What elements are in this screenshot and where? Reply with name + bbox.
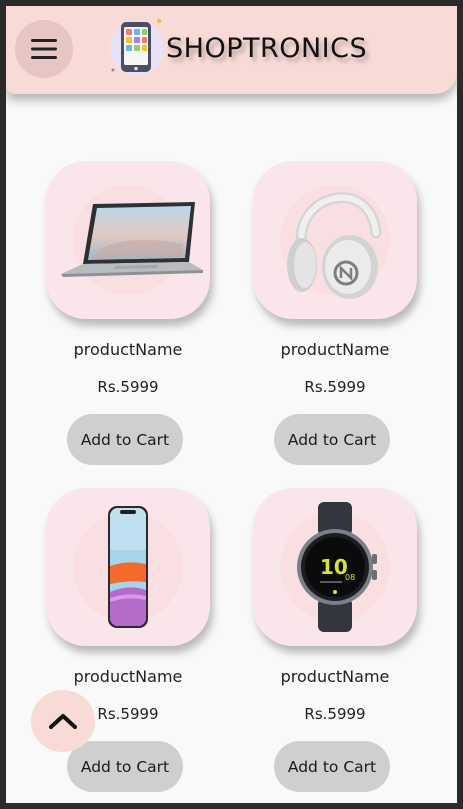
watch-hour: 10 bbox=[320, 555, 348, 579]
laptop-image bbox=[61, 202, 203, 277]
brand-logo[interactable] bbox=[107, 16, 167, 76]
product-image[interactable] bbox=[46, 161, 210, 319]
add-to-cart-button[interactable]: Add to Cart bbox=[67, 414, 183, 465]
menu-button[interactable] bbox=[15, 20, 73, 78]
add-to-cart-button[interactable]: Add to Cart bbox=[67, 741, 183, 792]
scroll-to-top-button[interactable] bbox=[31, 690, 95, 752]
product-name: productName bbox=[280, 667, 390, 686]
smartphone-image bbox=[108, 506, 148, 628]
app-header: SHOPTRONICS bbox=[6, 6, 457, 94]
smartphone-apps-icon bbox=[110, 18, 164, 75]
product-image[interactable] bbox=[253, 161, 417, 319]
add-to-cart-button[interactable]: Add to Cart bbox=[274, 414, 390, 465]
product-image[interactable] bbox=[46, 488, 210, 646]
brand-name: SHOPTRONICS bbox=[166, 33, 368, 64]
product-name: productName bbox=[73, 340, 183, 359]
product-name: productName bbox=[73, 667, 183, 686]
product-price: Rs.5999 bbox=[304, 378, 366, 396]
hamburger-menu-icon bbox=[31, 39, 57, 59]
product-price: Rs.5999 bbox=[304, 705, 366, 723]
chevron-up-icon bbox=[49, 714, 77, 729]
app-frame: SHOPTRONICS productName Rs.5999 Add to C… bbox=[6, 6, 457, 803]
watch-minute: 08 bbox=[345, 573, 355, 582]
product-image[interactable]: 10 08 bbox=[253, 488, 417, 646]
product-price: Rs.5999 bbox=[97, 378, 159, 396]
headphones-image bbox=[287, 192, 382, 299]
smartwatch-image: 10 08 bbox=[297, 502, 377, 632]
add-to-cart-button[interactable]: Add to Cart bbox=[274, 741, 390, 792]
product-name: productName bbox=[280, 340, 390, 359]
